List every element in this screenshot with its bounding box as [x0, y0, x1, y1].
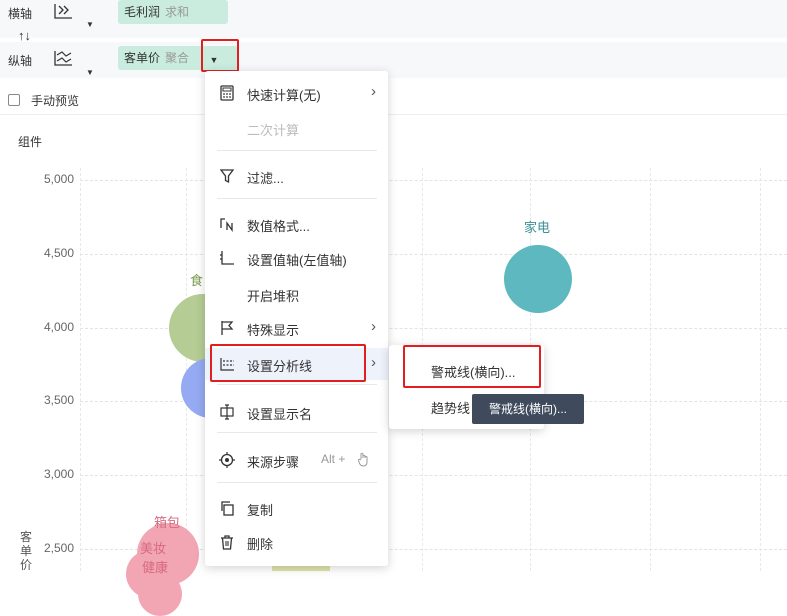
- menu-item-label: 过滤...: [247, 171, 284, 186]
- y-axis-dropdown-icon[interactable]: ▼: [86, 68, 94, 77]
- menu-item-special-display[interactable]: 特殊显示 ›: [205, 312, 388, 344]
- menu-item-stack[interactable]: 开启堆积: [205, 278, 388, 310]
- y-axis-chart-icon[interactable]: [52, 49, 74, 67]
- menu-item-label: 快速计算(无): [247, 88, 321, 103]
- menu-item-number-format[interactable]: 数值格式...: [205, 208, 388, 240]
- menu-item-copy[interactable]: 复制: [205, 492, 388, 524]
- y-axis-title: 客单价: [20, 530, 33, 572]
- x-gridline: [650, 168, 651, 571]
- display-name-icon: [220, 404, 234, 420]
- field-context-menu: 快速计算(无) › 二次计算过滤... 数值格式... 设置值轴(左值轴) 开启堆积特殊显…: [205, 71, 388, 566]
- manual-preview-label: 手动预览: [31, 94, 80, 108]
- chevron-right-icon: ›: [371, 318, 376, 335]
- calculator-icon: [220, 85, 234, 101]
- bubble-label: 美妆: [140, 541, 167, 556]
- chevron-right-icon: ›: [371, 83, 376, 100]
- scatter-bubble[interactable]: [504, 244, 572, 313]
- menu-item-label: 复制: [247, 503, 274, 518]
- chart-top-divider: [0, 114, 787, 115]
- x-gridline: [80, 168, 81, 571]
- manual-preview-checkbox[interactable]: [8, 94, 20, 106]
- menu-item-filter[interactable]: 过滤...: [205, 160, 388, 192]
- menu-item-label: 删除: [247, 537, 274, 552]
- y-tick-label: 3,000: [43, 467, 74, 482]
- x-field-agg: 求和: [165, 5, 190, 19]
- menu-item-label: 二次计算: [247, 123, 300, 138]
- y-field-agg: 聚合: [165, 51, 190, 65]
- y-axis-label: 纵轴: [8, 54, 33, 68]
- number-format-icon: [220, 218, 233, 232]
- menu-item-label: 设置显示名: [247, 407, 313, 422]
- x-axis-dropdown-icon[interactable]: ▼: [86, 20, 94, 29]
- menu-item-display-name[interactable]: 设置显示名: [205, 396, 388, 428]
- menu-item-label: 特殊显示: [247, 323, 300, 338]
- y-tick-label: 2,500: [43, 541, 74, 555]
- value-axis-icon: [220, 251, 234, 265]
- trash-icon: [221, 535, 233, 550]
- x-axis-chart-icon[interactable]: [52, 2, 74, 20]
- warning-line-highlight: [403, 345, 541, 388]
- menu-separator: [217, 384, 377, 385]
- menu-item-value-axis[interactable]: 设置值轴(左值轴): [205, 242, 388, 274]
- y-tick-label: 3,500: [43, 393, 74, 408]
- menu-item-label: 数值格式...: [247, 219, 310, 234]
- warning-line-tooltip: 警戒线(横向)...: [472, 394, 584, 424]
- menu-item-label: 开启堆积: [247, 289, 300, 304]
- x-axis-label: 横轴: [8, 7, 33, 21]
- x-axis-field-pill[interactable]: 毛利润 求和: [118, 0, 228, 24]
- mouse-hand-icon: [357, 452, 368, 467]
- menu-item-quick-calc[interactable]: 快速计算(无) ›: [205, 77, 388, 109]
- scatter-bubble[interactable]: [138, 572, 182, 616]
- y-tick-label: 4,500: [43, 245, 74, 260]
- y-field-name: 客单价: [124, 51, 161, 65]
- bubble-label: 食: [190, 273, 204, 288]
- bubble-label: 箱包: [154, 515, 181, 530]
- chevron-right-icon: ›: [371, 354, 376, 371]
- x-gridline: [760, 168, 761, 571]
- submenu-item-trend-line[interactable]: 趋势线: [431, 398, 470, 417]
- source-step-icon: [219, 452, 235, 468]
- bubble-label: 健康: [142, 560, 169, 575]
- menu-item-source-step[interactable]: 来源步骤 Alt +: [205, 444, 388, 476]
- shortcut-label: Alt +: [321, 452, 346, 466]
- menu-item-label: 设置值轴(左值轴): [247, 253, 347, 268]
- swap-axes-icon[interactable]: ↑↓: [18, 28, 31, 43]
- y-tick-label: 4,000: [43, 319, 74, 334]
- field-dropdown-button[interactable]: ▼: [208, 55, 220, 65]
- copy-icon: [221, 501, 234, 516]
- menu-separator: [217, 198, 377, 199]
- field-dropdown-highlight: [201, 39, 239, 72]
- analysis-line-highlight: [210, 344, 366, 382]
- menu-separator: [217, 150, 377, 151]
- flag-icon: [221, 321, 234, 335]
- chart-partial-mark: [272, 566, 330, 571]
- bubble-label: 家电: [524, 220, 551, 235]
- menu-separator: [217, 482, 377, 483]
- menu-item-secondary-calc: 二次计算: [205, 112, 388, 144]
- menu-separator: [217, 432, 377, 433]
- x-field-name: 毛利润: [124, 5, 161, 19]
- filter-icon: [219, 169, 235, 184]
- y-tick-label: 5,000: [43, 172, 74, 186]
- menu-item-label: 来源步骤: [247, 455, 300, 470]
- menu-item-delete[interactable]: 删除: [205, 526, 388, 558]
- component-label: 组件: [18, 135, 43, 149]
